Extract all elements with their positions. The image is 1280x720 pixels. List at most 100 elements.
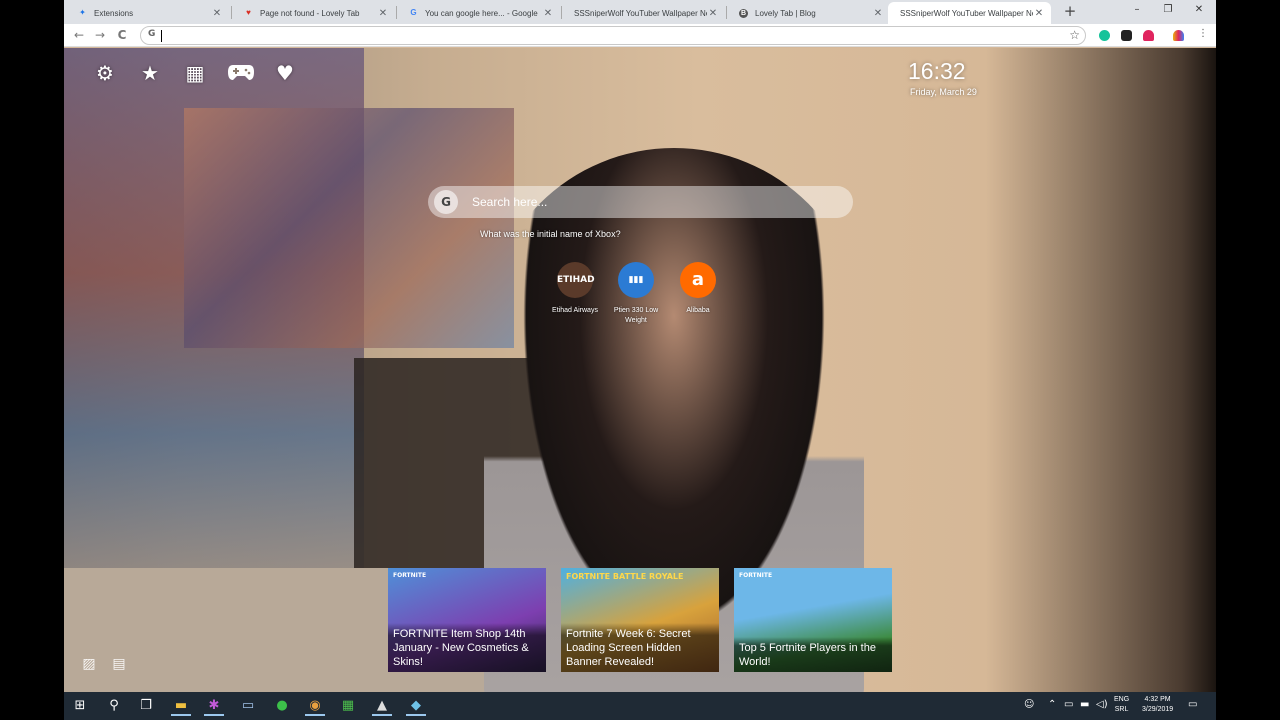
chrome-browser-window: ✦ Extensions ✕ ♥ Page not found - Lovely…: [64, 0, 1216, 692]
minimize-button[interactable]: –: [1122, 0, 1152, 22]
alibaba-icon: a: [680, 262, 716, 298]
keyboard-layout: SRL: [1114, 706, 1129, 713]
date-label: Friday, March 29: [910, 87, 977, 97]
close-tab-icon[interactable]: ✕: [707, 8, 719, 19]
gear-icon[interactable]: ⚙: [94, 62, 116, 84]
taskbar-clock[interactable]: 4:32 PM 3/29/2019: [1142, 695, 1173, 715]
restore-button[interactable]: ❐: [1153, 0, 1183, 22]
tab-google[interactable]: G You can google here... - Google ✕: [397, 2, 560, 24]
news-card[interactable]: FORTNITE BATTLE ROYALE Fortnite 7 Week 6…: [561, 568, 719, 672]
tab-title: Lovely Tab | Blog: [755, 8, 816, 18]
image-icon[interactable]: ▨: [80, 656, 98, 672]
google-icon: G: [148, 29, 156, 39]
close-tab-icon[interactable]: ✕: [1033, 8, 1045, 19]
shortcut-ptien[interactable]: ▮▮▮ Ptien 330 Low Weight: [612, 262, 660, 326]
chrome-menu-icon[interactable]: ⋮: [1198, 28, 1208, 39]
shortcut-label: Ptien 330 Low Weight: [613, 307, 659, 324]
gamepad-icon[interactable]: [226, 62, 256, 84]
shortcut-alibaba[interactable]: a Alibaba: [674, 262, 722, 316]
ptien-icon: ▮▮▮: [618, 262, 654, 298]
paint-app-icon[interactable]: ✱: [204, 696, 224, 716]
tool-icon[interactable]: ◆: [406, 696, 426, 716]
back-button[interactable]: ←: [70, 26, 88, 44]
tab-title: SSSniperWolf YouTuber Wallpaper Ne: [900, 8, 1033, 18]
heart-extension-icon[interactable]: [1143, 30, 1154, 41]
tab-title: You can google here... - Google: [425, 8, 538, 18]
news-brand: FORTNITE BATTLE ROYALE: [566, 572, 684, 581]
search-input[interactable]: [472, 193, 832, 211]
tab-lovely-tab-not-found[interactable]: ♥ Page not found - Lovely Tab ✕: [232, 2, 395, 24]
clock: 16:32: [908, 58, 966, 84]
language-indicator[interactable]: ENG SRL: [1114, 695, 1129, 715]
google-icon: G: [410, 8, 417, 17]
apps-grid-icon[interactable]: ▦: [184, 62, 206, 84]
reload-button[interactable]: C: [113, 26, 131, 44]
etihad-icon: ETIHAD: [557, 262, 595, 298]
news-title: FORTNITE Item Shop 14th January - New Co…: [388, 623, 546, 672]
heart-icon[interactable]: ♥: [274, 62, 296, 84]
close-tab-icon[interactable]: ✕: [872, 8, 884, 19]
address-bar[interactable]: G ☆: [140, 26, 1086, 45]
bookmark-star-icon[interactable]: ☆: [1069, 28, 1080, 42]
taskbar-date: 3/29/2019: [1142, 706, 1174, 713]
shield-extension-icon[interactable]: [1121, 30, 1132, 41]
search-icon[interactable]: ⚲: [104, 696, 124, 716]
news-brand: FORTNITE: [739, 572, 773, 579]
search-engine-icon[interactable]: G: [434, 190, 458, 214]
gamepad-shape: [228, 65, 254, 80]
screen: ✦ Extensions ✕ ♥ Page not found - Lovely…: [0, 0, 1280, 720]
close-window-button[interactable]: ✕: [1184, 0, 1214, 22]
language-code: ENG: [1114, 696, 1130, 703]
trivia-question[interactable]: What was the initial name of Xbox?: [480, 229, 621, 239]
tab-sssniperwolf-1[interactable]: SSSniperWolf YouTuber Wallpaper Ne ✕: [562, 2, 725, 24]
shortcut-label: Alibaba: [686, 307, 710, 314]
tab-title: Extensions: [94, 8, 134, 18]
forward-button[interactable]: →: [91, 26, 109, 44]
news-brand: FORTNITE: [393, 572, 427, 579]
puzzle-icon: ✦: [79, 8, 86, 17]
battery-icon[interactable]: ▬: [1080, 699, 1089, 710]
grammarly-icon[interactable]: [1099, 30, 1110, 41]
tab-strip: ✦ Extensions ✕ ♥ Page not found - Lovely…: [64, 0, 1216, 24]
notes-icon[interactable]: ▤: [110, 656, 128, 672]
shortcut-etihad[interactable]: ETIHAD Etihad Airways: [551, 262, 599, 316]
multicolor-heart-icon[interactable]: [1173, 30, 1184, 41]
heart-icon: ♥: [246, 8, 251, 17]
taskbar-time: 4:32 PM: [1144, 696, 1171, 703]
close-tab-icon[interactable]: ✕: [211, 8, 223, 19]
browser-toolbar: ← → C G ☆ ⋮: [64, 24, 1216, 47]
close-tab-icon[interactable]: ✕: [542, 8, 554, 19]
volume-icon[interactable]: ◁): [1096, 699, 1108, 710]
notepad-icon[interactable]: ▭: [238, 696, 258, 716]
tab-extensions[interactable]: ✦ Extensions ✕: [66, 2, 229, 24]
new-tab-page: ⚙ ★ ▦ ♥ 16:32 Friday, March 29 G What wa…: [64, 48, 1216, 692]
tab-sssniperwolf-active[interactable]: SSSniperWolf YouTuber Wallpaper Ne ✕: [888, 2, 1051, 24]
news-title: Top 5 Fortnite Players in the World!: [734, 637, 892, 672]
tab-title: Page not found - Lovely Tab: [260, 8, 360, 18]
blogger-icon: B: [739, 8, 748, 18]
green-app-icon[interactable]: ●: [272, 696, 292, 716]
search-bar[interactable]: G: [428, 186, 853, 218]
news-card[interactable]: FORTNITE Top 5 Fortnite Players in the W…: [734, 568, 892, 672]
windows-start-icon[interactable]: ⊞: [70, 696, 90, 716]
new-tab-button[interactable]: +: [1060, 2, 1080, 22]
tab-title: SSSniperWolf YouTuber Wallpaper Ne: [574, 8, 707, 18]
network-icon[interactable]: ▭: [1064, 699, 1073, 710]
task-view-icon[interactable]: ❐: [136, 696, 156, 716]
close-tab-icon[interactable]: ✕: [377, 8, 389, 19]
people-icon[interactable]: ☺: [1024, 699, 1034, 710]
wallpaper-posters: [184, 108, 514, 348]
tab-lovely-tab-blog[interactable]: B Lovely Tab | Blog ✕: [727, 2, 890, 24]
news-card[interactable]: FORTNITE FORTNITE Item Shop 14th January…: [388, 568, 546, 672]
spreadsheet-icon[interactable]: ▦: [338, 696, 358, 716]
shortcut-label: Etihad Airways: [552, 307, 598, 314]
photos-icon[interactable]: ▲: [372, 696, 392, 716]
chrome-icon[interactable]: ◉: [305, 696, 325, 716]
notifications-icon[interactable]: ▭: [1188, 699, 1197, 710]
text-cursor: [161, 30, 162, 42]
chevron-up-icon[interactable]: ⌃: [1048, 699, 1056, 710]
windows-taskbar: ⊞ ⚲ ❐ ▬ ✱ ▭ ● ◉ ▦ ▲ ◆ ☺ ⌃ ▭ ▬ ◁) ENG SRL…: [64, 692, 1216, 720]
file-explorer-icon[interactable]: ▬: [171, 696, 191, 716]
star-icon[interactable]: ★: [139, 62, 161, 84]
news-title: Fortnite 7 Week 6: Secret Loading Screen…: [561, 623, 719, 672]
